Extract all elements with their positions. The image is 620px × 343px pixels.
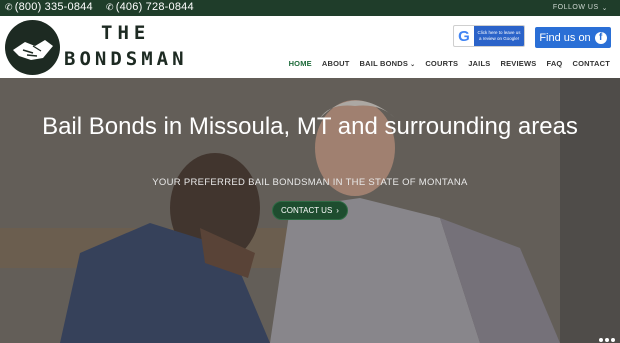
- nav-item-home[interactable]: HOME: [289, 59, 312, 68]
- phone-link-1[interactable]: ✆ (800) 335-0844: [5, 1, 93, 13]
- google-icon: G: [458, 27, 470, 45]
- slider-dot[interactable]: [605, 338, 609, 342]
- main-nav: HOME ABOUT BAIL BONDS ⌄ COURTS JAILS REVI…: [289, 59, 610, 68]
- follow-us-menu[interactable]: FOLLOW US ⌄: [553, 4, 608, 12]
- hero-subtitle: YOUR PREFERRED BAIL BONDSMAN IN THE STAT…: [152, 177, 468, 188]
- phone-number-1: (800) 335-0844: [14, 1, 93, 13]
- logo-the: THE: [101, 22, 151, 44]
- chevron-down-icon: ⌄: [410, 62, 416, 68]
- nav-item-contact[interactable]: CONTACT: [572, 59, 610, 68]
- hero-title: Bail Bonds in Missoula, MT and surroundi…: [42, 113, 578, 140]
- contact-us-button[interactable]: CONTACT US ›: [272, 201, 348, 220]
- facebook-badge[interactable]: Find us on f: [535, 27, 611, 48]
- slider-dots: [599, 338, 615, 342]
- top-bar: ✆ (800) 335-0844 ✆ (406) 728-0844 FOLLOW…: [0, 0, 620, 16]
- nav-item-courts[interactable]: COURTS: [425, 59, 458, 68]
- slider-dot[interactable]: [599, 338, 603, 342]
- handshake-logo-icon[interactable]: [5, 20, 60, 75]
- chevron-down-icon: ⌄: [601, 5, 608, 12]
- phone-number-2: (406) 728-0844: [115, 1, 194, 13]
- nav-item-bail-bonds-label: BAIL BONDS: [359, 59, 409, 68]
- slider-dot[interactable]: [611, 338, 615, 342]
- phone-icon: ✆: [106, 1, 114, 12]
- facebook-icon: f: [594, 31, 607, 44]
- google-review-text: Click here to leave us a review on Googl…: [474, 26, 524, 46]
- google-review-badge[interactable]: G Click here to leave us a review on Goo…: [453, 25, 525, 47]
- contact-us-label: CONTACT US: [281, 206, 333, 215]
- phone-icon: ✆: [5, 1, 13, 12]
- nav-item-faq[interactable]: FAQ: [546, 59, 562, 68]
- nav-item-reviews[interactable]: REVIEWS: [500, 59, 536, 68]
- phone-link-2[interactable]: ✆ (406) 728-0844: [106, 1, 194, 13]
- nav-item-about[interactable]: ABOUT: [322, 59, 350, 68]
- follow-us-label: FOLLOW US: [552, 4, 599, 11]
- hero-banner: Bail Bonds in Missoula, MT and surroundi…: [0, 78, 620, 343]
- chevron-right-icon: ›: [336, 206, 339, 215]
- nav-item-bail-bonds[interactable]: BAIL BONDS ⌄: [360, 59, 416, 68]
- logo-bondsman: BONDSMAN: [64, 48, 188, 70]
- site-header: THE BONDSMAN G Click here to leave us a …: [0, 16, 620, 78]
- nav-item-jails[interactable]: JAILS: [468, 59, 490, 68]
- facebook-badge-label: Find us on: [539, 31, 591, 44]
